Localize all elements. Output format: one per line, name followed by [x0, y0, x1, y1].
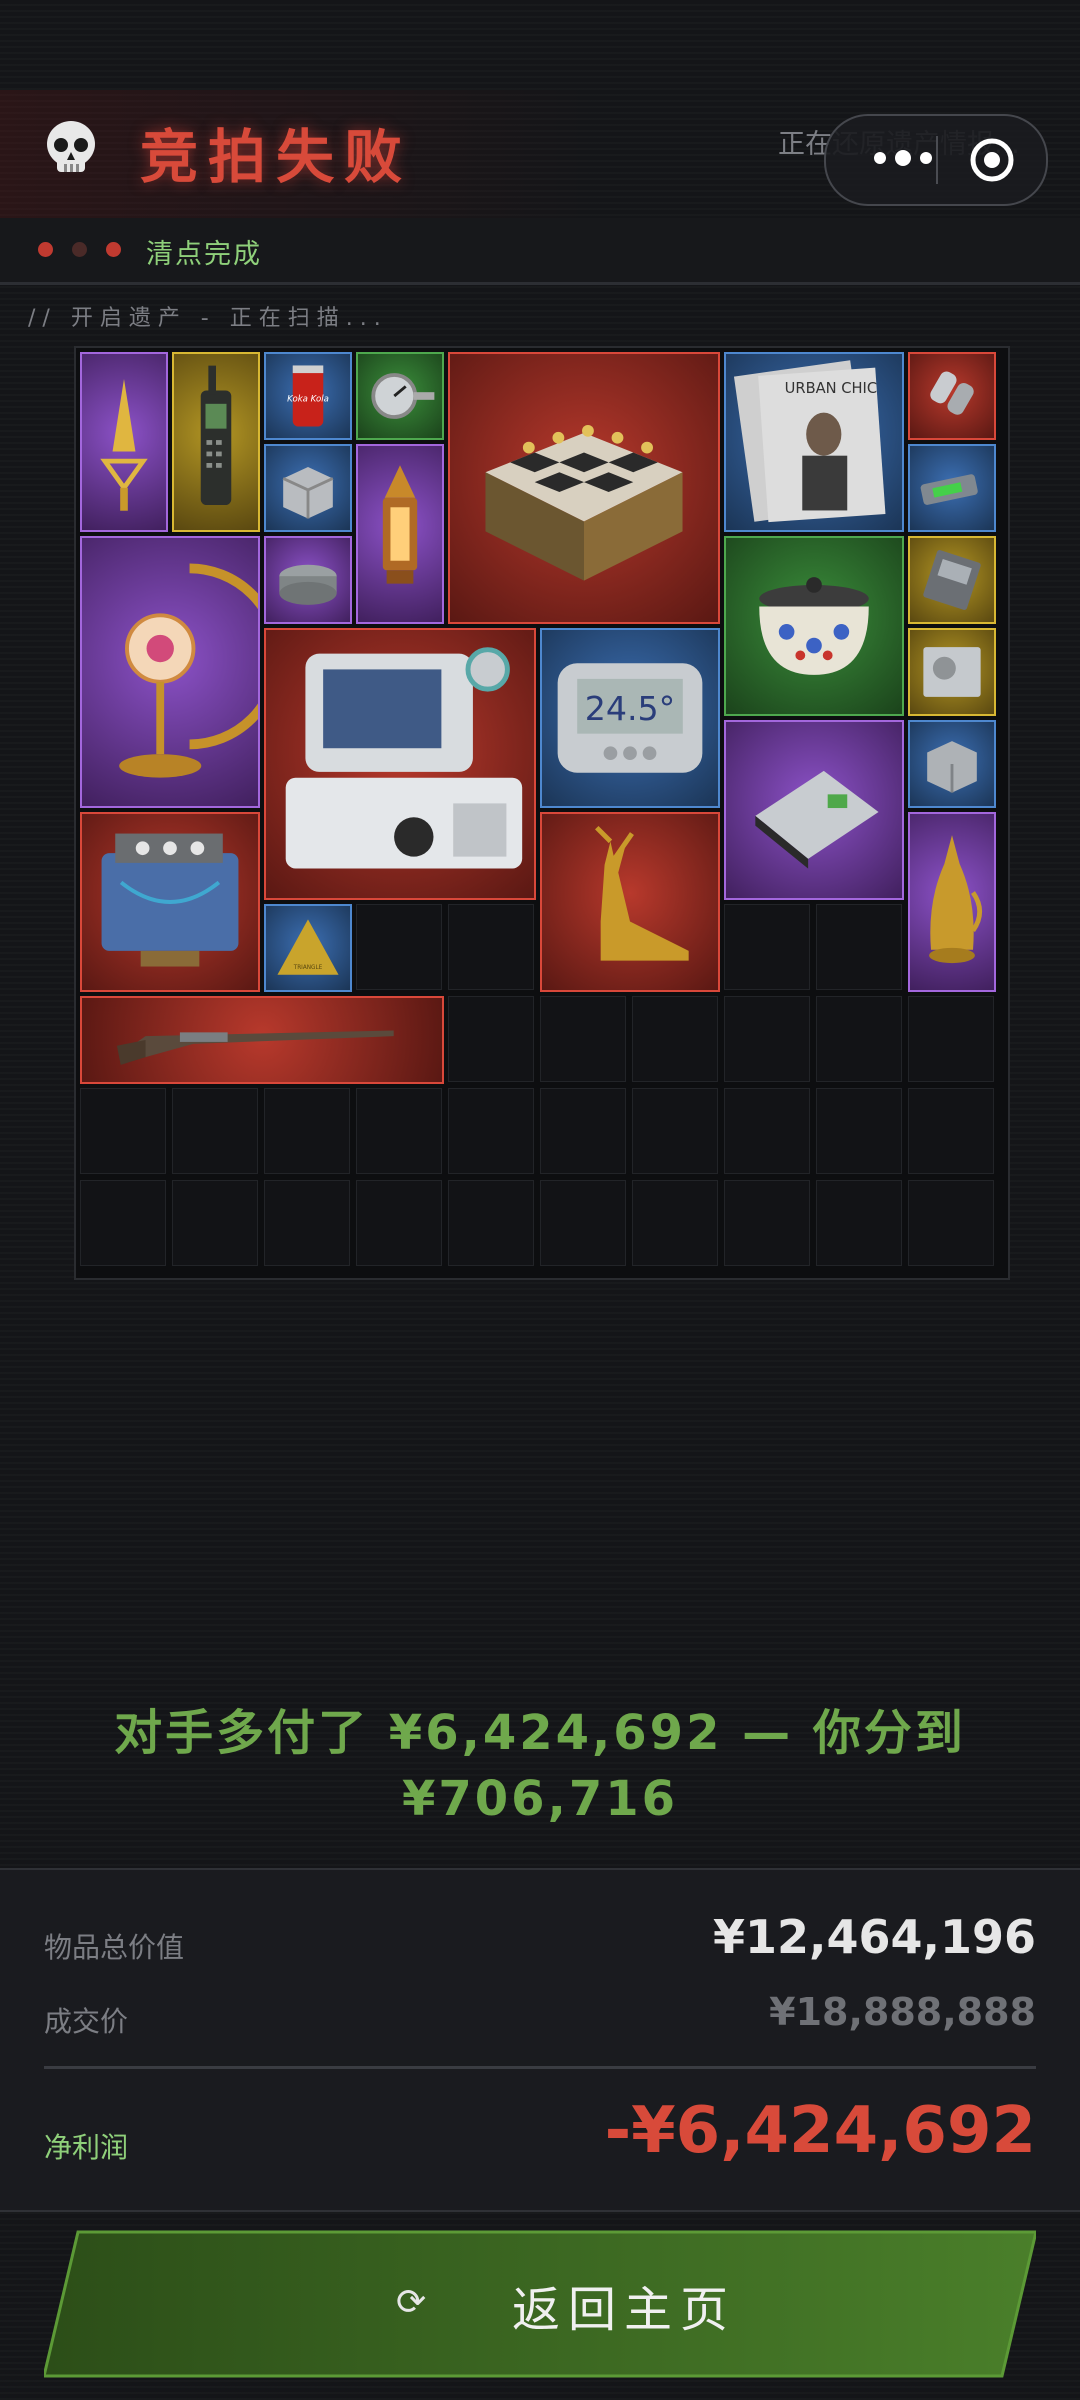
- item-golden-ewer[interactable]: [908, 812, 996, 992]
- grid-cell: [540, 1088, 626, 1174]
- grid-cell: [356, 1180, 442, 1266]
- item-chess-set-box[interactable]: [448, 352, 720, 624]
- grid-cell: [908, 1180, 994, 1266]
- item-urban-chic-magazine[interactable]: URBAN CHIC: [724, 352, 904, 532]
- item-golden-deer-statue[interactable]: [540, 812, 720, 992]
- magazine-title: URBAN CHIC: [785, 380, 877, 397]
- scan-status: // 开启遗产 - 正在扫描...: [28, 306, 388, 331]
- inventory-grid: Koka Kola URBAN CHIC 24.5° TRIANGLE: [74, 346, 1010, 1280]
- net-profit: -¥6,424,692: [604, 2094, 1036, 2168]
- net-profit-label: 净利润: [44, 2131, 129, 2164]
- item-metal-box[interactable]: [908, 720, 996, 808]
- grid-cell: [632, 1180, 718, 1266]
- miniprogram-capsule: [824, 114, 1048, 206]
- item-pressure-gauge[interactable]: [356, 352, 444, 440]
- grid-cell: [172, 1180, 258, 1266]
- grid-cell: [816, 996, 902, 1082]
- item-moon-lamp[interactable]: [80, 536, 260, 808]
- item-arabian-lantern[interactable]: [356, 444, 444, 624]
- status-dot: [38, 242, 53, 257]
- return-home-button[interactable]: ⟳ 返回主页: [44, 2230, 1036, 2378]
- capsule-divider: [936, 136, 938, 184]
- grid-cell: [816, 1180, 902, 1266]
- badge-text: TRIANGLE: [293, 965, 323, 971]
- grid-cell: [172, 1088, 258, 1174]
- item-ssd-drive[interactable]: [724, 720, 904, 900]
- item-tea-tin[interactable]: [264, 536, 352, 624]
- grid-cell: [724, 1180, 810, 1266]
- grid-cell: [724, 1088, 810, 1174]
- grid-cell: [632, 996, 718, 1082]
- result-panel: 物品总价值 ¥12,464,196 成交价 ¥18,888,888 净利润 -¥…: [0, 1868, 1080, 2212]
- close-miniprogram-icon[interactable]: [968, 136, 1016, 184]
- summary-line-1: 对手多付了 ¥6,424,692 — 你分到: [114, 1705, 966, 1761]
- grid-cell: [80, 1088, 166, 1174]
- summary-line-2: ¥706,716: [401, 1771, 679, 1827]
- item-dog-tags[interactable]: [908, 352, 996, 440]
- grid-cell: [632, 1088, 718, 1174]
- total-value: ¥12,464,196: [712, 1910, 1036, 1964]
- item-disk-drive[interactable]: [908, 628, 996, 716]
- grid-cell: [356, 904, 442, 990]
- item-patterned-pot[interactable]: [724, 536, 904, 716]
- cola-label: Koka Kola: [287, 395, 329, 405]
- status-dot: [106, 242, 121, 257]
- grid-cell: [448, 1180, 534, 1266]
- item-medical-monitor[interactable]: [264, 628, 536, 900]
- item-usb-drive[interactable]: [908, 444, 996, 532]
- grid-cell: [816, 1088, 902, 1174]
- item-metal-container[interactable]: [264, 444, 352, 532]
- status-bar: 清点完成: [0, 218, 1080, 285]
- item-engine-block[interactable]: [80, 812, 260, 992]
- skull-icon: [47, 121, 95, 172]
- more-icon[interactable]: [866, 138, 940, 178]
- item-golden-triangle-ornament[interactable]: [80, 352, 168, 532]
- item-satellite-phone[interactable]: [172, 352, 260, 532]
- grid-cell: [448, 996, 534, 1082]
- grid-cell: [448, 1088, 534, 1174]
- grid-cell: [264, 1088, 350, 1174]
- status-text: 清点完成: [146, 239, 262, 270]
- grid-cell: [724, 904, 810, 990]
- grid-cell: [908, 1088, 994, 1174]
- thermometer-reading: 24.5°: [585, 689, 676, 728]
- deal-price: ¥18,888,888: [769, 1990, 1036, 2034]
- grid-cell: [908, 996, 994, 1082]
- refresh-icon: ⟳: [396, 2282, 427, 2323]
- item-digital-thermometer[interactable]: 24.5°: [540, 628, 720, 808]
- grid-cell: [356, 1088, 442, 1174]
- panel-divider: [44, 2066, 1036, 2069]
- grid-cell: [448, 904, 534, 990]
- page-title: 竞拍失败: [140, 123, 413, 191]
- return-home-label: 返回主页: [512, 2282, 737, 2338]
- deal-price-label: 成交价: [44, 2005, 129, 2038]
- item-cola-can[interactable]: Koka Kola: [264, 352, 352, 440]
- grid-cell: [540, 996, 626, 1082]
- split-summary: 对手多付了 ¥6,424,692 — 你分到 ¥706,716: [0, 1700, 1080, 1832]
- status-dot: [72, 242, 87, 257]
- total-value-label: 物品总价值: [44, 1931, 185, 1964]
- grid-cell: [540, 1180, 626, 1266]
- item-triangle-badge[interactable]: TRIANGLE: [264, 904, 352, 992]
- grid-cell: [816, 904, 902, 990]
- grid-cell: [80, 1180, 166, 1266]
- item-antique-musket[interactable]: [80, 996, 444, 1084]
- item-hard-drive[interactable]: [908, 536, 996, 624]
- grid-cell: [264, 1180, 350, 1266]
- grid-cell: [724, 996, 810, 1082]
